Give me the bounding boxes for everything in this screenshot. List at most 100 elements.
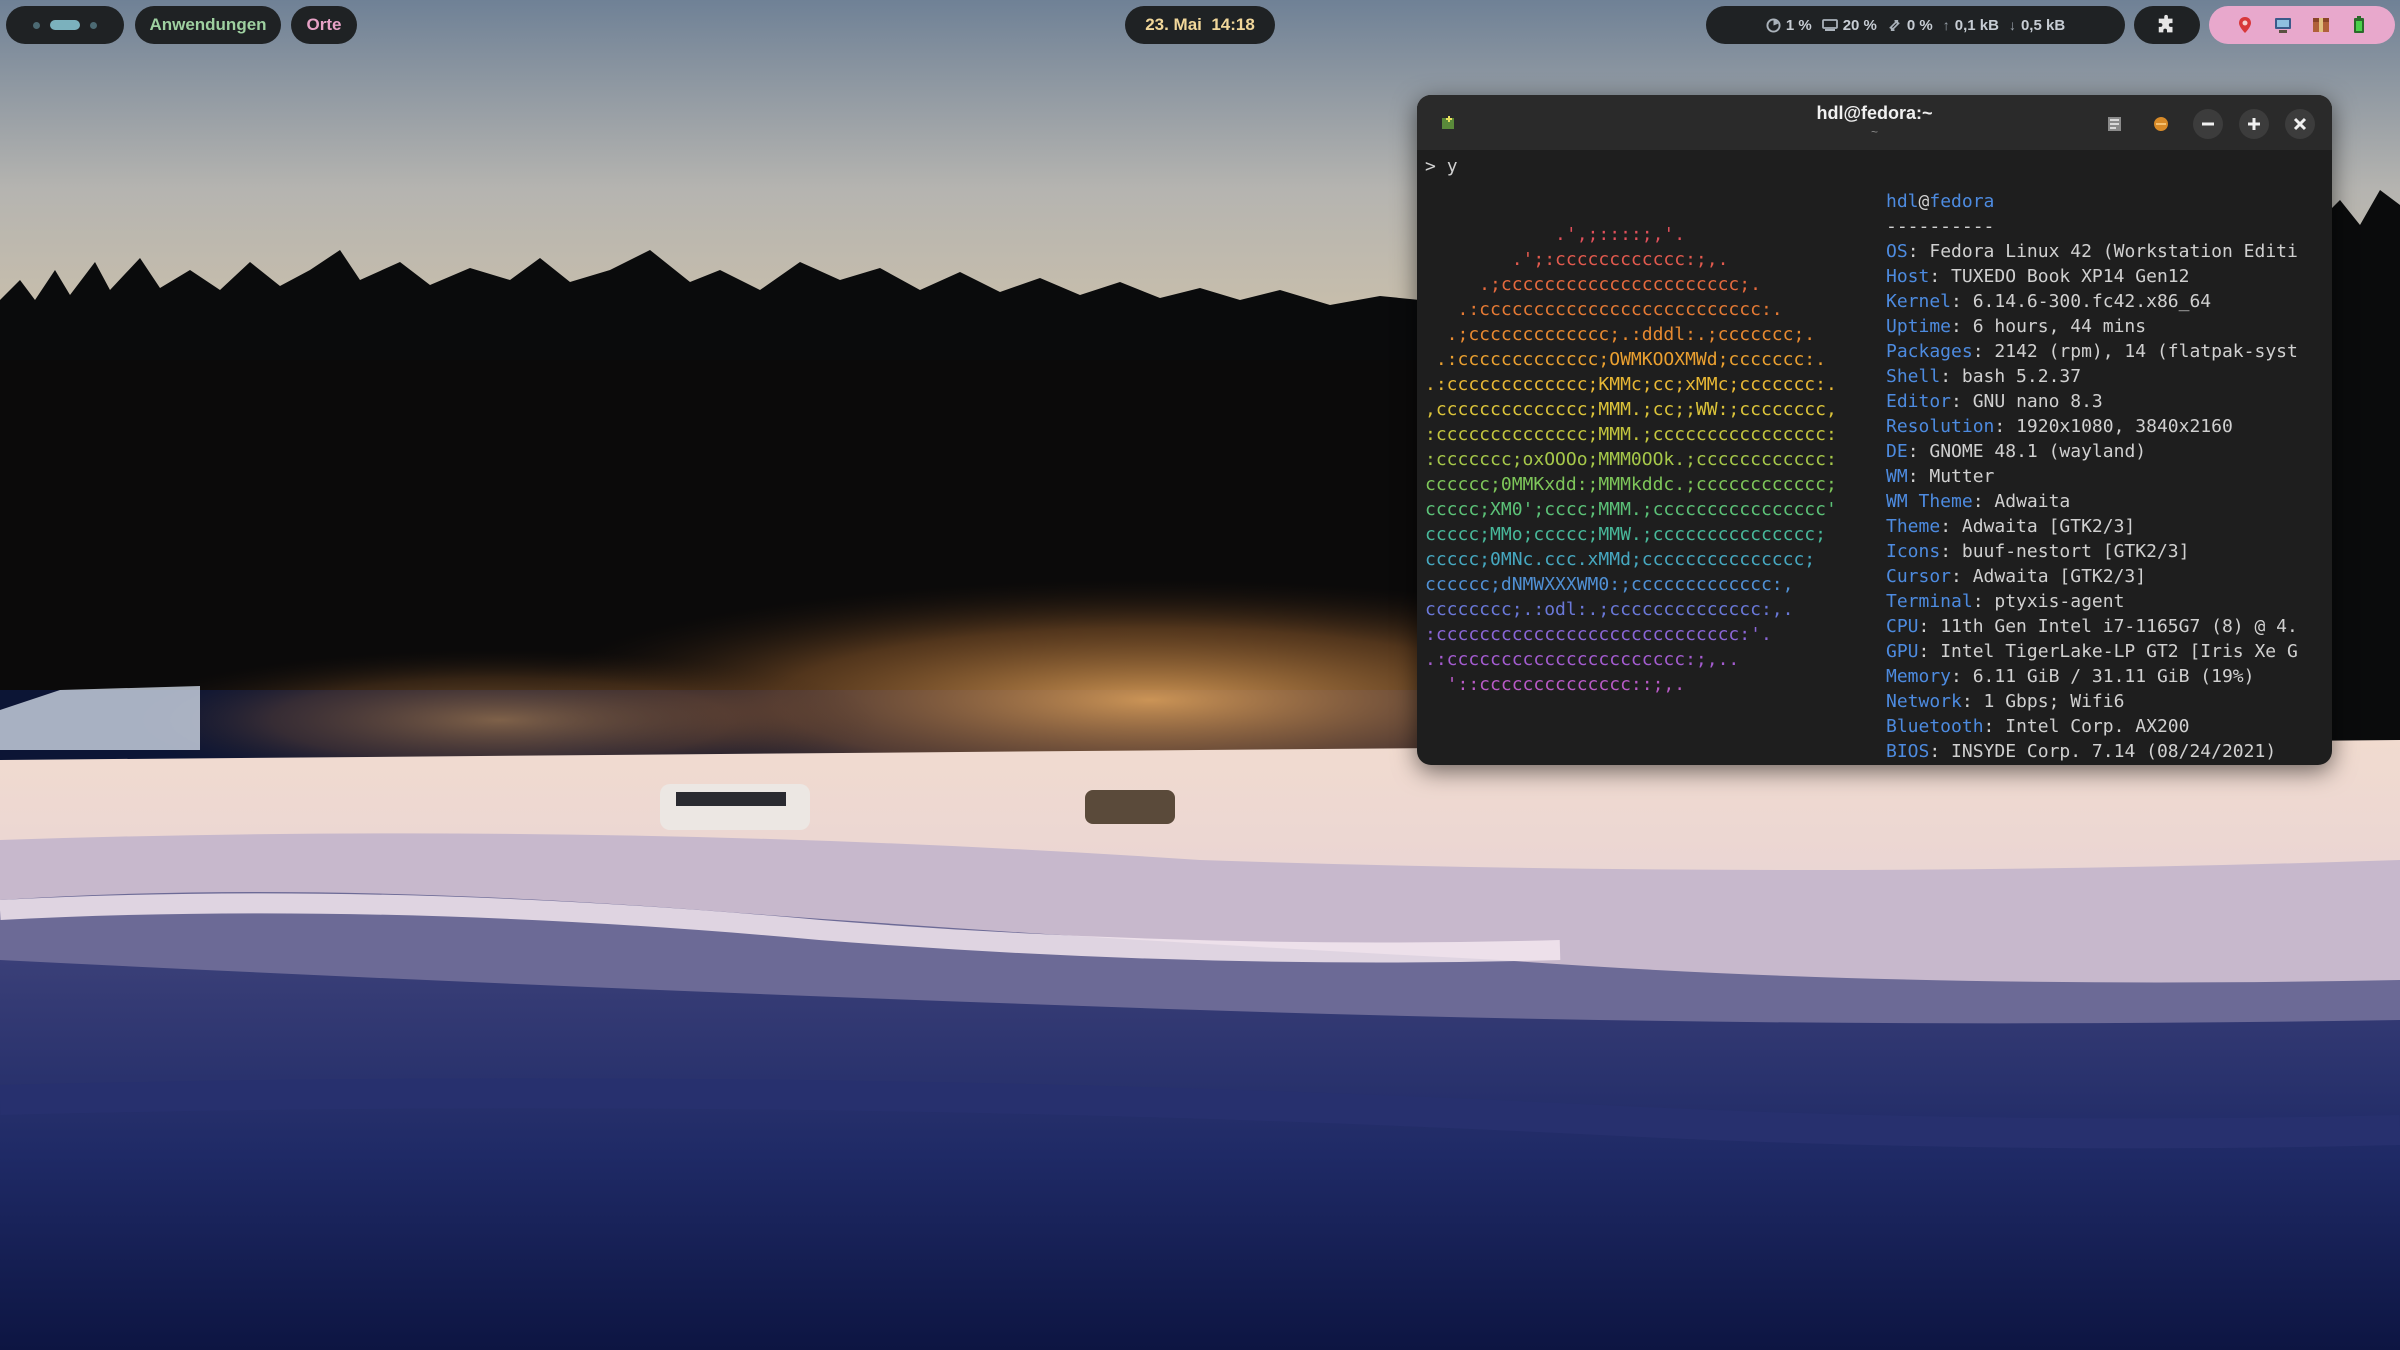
info-key: OS [1886,241,1908,262]
info-colon: : [1907,466,1930,487]
info-row: Bluetooth: Intel Corp. AX200 [1886,714,2298,739]
info-row: Shell: bash 5.2.37 [1886,364,2298,389]
info-row: Uptime: 6 hours, 44 mins [1886,314,2298,339]
info-row: Host: TUXEDO Book XP14 Gen12 [1886,264,2298,289]
network-icon[interactable] [2273,15,2293,35]
info-row: Kernel: 6.14.6-300.fc42.x86_64 [1886,289,2298,314]
logo-line: .',;::::;,'. [1425,224,1686,245]
info-value: buuf-nestort [GTK2/3] [1961,541,2190,562]
applications-menu-button[interactable]: Anwendungen [135,6,281,44]
info-value: bash 5.2.37 [1961,366,2082,387]
info-value: Intel Corp. AX200 [2005,716,2190,737]
logo-line: ccccc;0MNc.ccc.xMMd;ccccccccccccccc; [1425,549,1816,570]
info-key: WM [1886,466,1908,487]
logo-line: cccccc;dNMWXXXWM0:;ccccccccccccc:, [1425,574,1794,595]
menu-button[interactable] [2146,109,2176,139]
system-monitor[interactable]: 1 % 20 % 0 % ↑ 0,1 kB ↓ 0,5 kB [1706,6,2125,44]
workspace-dot[interactable] [90,21,97,29]
info-key: DE [1886,441,1908,462]
info-value: Intel TigerLake-LP GT2 [Iris Xe G [1940,641,2298,662]
pin-icon[interactable] [2235,15,2255,35]
user-host-line: hdl@fedora [1886,189,2298,214]
system-tray[interactable] [2209,6,2395,44]
swap-value: 0 % [1906,16,1933,34]
menu-icon [2154,117,2168,131]
info-colon: : [1972,591,1995,612]
battery-icon[interactable] [2349,15,2369,35]
info-colon: : [1918,616,1941,637]
places-menu-button[interactable]: Orte [291,6,357,44]
info-value: 2142 (rpm), 14 (flatpak-syst [1994,341,2298,362]
info-user: hdl [1886,191,1919,212]
info-key: Editor [1886,391,1952,412]
info-value: Adwaita [GTK2/3] [1961,516,2136,537]
info-key: CPU [1886,616,1919,637]
clock-button[interactable]: 23. Mai 14:18 [1125,6,1275,44]
minimize-icon [2202,122,2214,126]
ram-value: 20 % [1842,16,1877,34]
info-colon: : [1961,691,1984,712]
info-row: WM: Mutter [1886,464,2298,489]
info-colon: : [1918,641,1941,662]
info-row: BIOS: INSYDE Corp. 7.14 (08/24/2021) [1886,739,2298,764]
minimize-button[interactable] [2193,109,2223,139]
info-value: 6 hours, 44 mins [1972,316,2147,337]
package-icon[interactable] [2311,15,2331,35]
info-value: Mutter [1929,466,1995,487]
info-colon: : [1951,316,1973,337]
info-row: WM Theme: Adwaita [1886,489,2298,514]
info-colon: : [1940,541,1962,562]
info-row: GPU: Intel TigerLake-LP GT2 [Iris Xe G [1886,639,2298,664]
applications-menu-label: Anwendungen [149,15,267,34]
info-value: 6.14.6-300.fc42.x86_64 [1972,291,2212,312]
arrow-down-icon: ↓ [2008,17,2016,33]
swap-stat: 0 % [1887,17,1933,34]
info-key: WM Theme [1886,491,1973,512]
info-colon: : [1929,741,1952,762]
upload-stat: ↑ 0,1 kB [1943,17,1999,34]
info-value: Adwaita [1994,491,2071,512]
logo-line: ,cccccccccccccc;MMM.;cc;;WW:;cccccccc, [1425,399,1837,420]
info-value: Fedora Linux 42 (Workstation Editi [1929,241,2298,262]
info-value: 6.11 GiB / 31.11 GiB (19%) [1972,666,2255,687]
info-row: Terminal: ptyxis-agent [1886,589,2298,614]
workspace-indicator[interactable] [6,6,124,44]
command-line: > y [1425,156,1458,177]
info-row: Icons: buuf-nestort [GTK2/3] [1886,539,2298,564]
info-row: Memory: 6.11 GiB / 31.11 GiB (19%) [1886,664,2298,689]
logo-line: .:cccccccccccccccccccccc:;,.. [1425,649,1740,670]
workspace-dot[interactable] [33,21,40,29]
maximize-icon [2248,118,2260,130]
workspace-active[interactable] [50,20,80,30]
info-colon: : [1994,416,2017,437]
download-value: 0,5 kB [2020,16,2066,34]
command-text: y [1446,156,1458,177]
search-button[interactable] [2100,109,2130,139]
terminal-window[interactable]: hdl@fedora:~ ~ > y .',;::::;,'. .';:cccc… [1417,95,2332,765]
info-separator: ---------- [1886,216,1995,237]
arrow-up-icon: ↑ [1942,17,1950,33]
prompt-symbol: > [1425,156,1436,177]
info-key: Packages [1886,341,1973,362]
extensions-button[interactable] [2134,6,2200,44]
maximize-button[interactable] [2239,109,2269,139]
logo-line: :ccccccc;oxOOOo;MMM0OOk.;cccccccccccc: [1425,449,1837,470]
close-button[interactable] [2285,109,2315,139]
info-key: Cursor [1886,566,1952,587]
logo-line: .:ccccccccccccc;KMMc;cc;xMMc;ccccccc:. [1425,374,1837,395]
info-value: TUXEDO Book XP14 Gen12 [1951,266,2190,287]
system-info: hdl@fedora ---------- OS: Fedora Linux 4… [1886,189,2298,764]
info-row: Editor: GNU nano 8.3 [1886,389,2298,414]
info-row: Resolution: 1920x1080, 3840x2160 [1886,414,2298,439]
clock-label: 23. Mai 14:18 [1145,15,1255,34]
info-key: Host [1886,266,1930,287]
info-colon: : [1951,566,1973,587]
terminal-output[interactable]: > y .',;::::;,'. .';:cccccccccccc:;,. .;… [1417,150,2332,765]
info-value: GNU nano 8.3 [1972,391,2103,412]
info-key: Bluetooth [1886,716,1984,737]
info-key: Icons [1886,541,1941,562]
terminal-titlebar[interactable]: hdl@fedora:~ ~ [1417,95,2332,150]
logo-line: ccccc;XM0';cccc;MMM.;cccccccccccccccc' [1425,499,1837,520]
info-value: 1920x1080, 3840x2160 [2016,416,2233,437]
info-key: Theme [1886,516,1941,537]
